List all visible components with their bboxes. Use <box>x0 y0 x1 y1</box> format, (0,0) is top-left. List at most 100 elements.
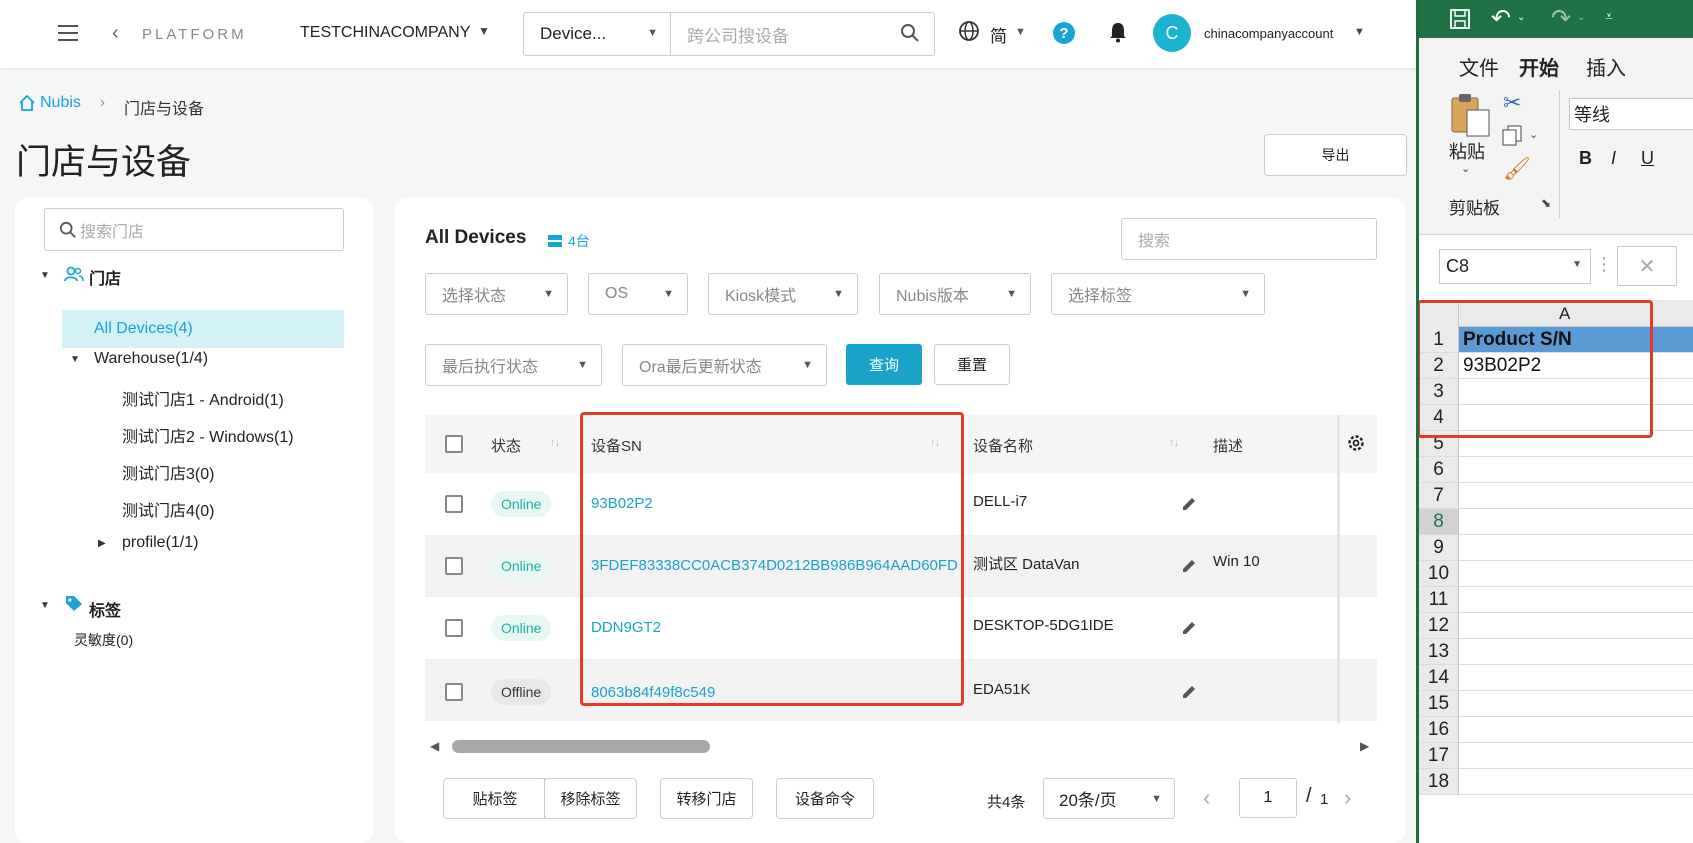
tab-file[interactable]: 文件 <box>1459 52 1499 81</box>
italic-icon[interactable]: I <box>1611 148 1616 169</box>
tag-filter-select[interactable]: 选择标签 ▼ <box>1051 273 1265 315</box>
name-box[interactable]: C8 ▼ <box>1439 249 1591 284</box>
row-number[interactable]: 7 <box>1419 483 1459 509</box>
row-number[interactable]: 11 <box>1419 587 1459 613</box>
row-number[interactable]: 14 <box>1419 665 1459 691</box>
cell-a17[interactable] <box>1459 743 1693 769</box>
cut-icon[interactable]: ✂ <box>1503 90 1521 116</box>
tree-item-store[interactable]: 测试门店3(0) <box>122 460 214 484</box>
collapse-caret-icon[interactable]: ▼ <box>40 270 50 281</box>
tree-item-tag[interactable]: 灵敏度(0) <box>74 630 133 650</box>
remove-tag-button[interactable]: 移除标签 <box>544 778 637 819</box>
cell-a15[interactable] <box>1459 691 1693 717</box>
os-filter-select[interactable]: OS ▼ <box>588 273 688 315</box>
row-number[interactable]: 17 <box>1419 743 1459 769</box>
cell-a7[interactable] <box>1459 483 1693 509</box>
table-row[interactable]: Online 3FDEF83338CC0ACB374D0212BB986B964… <box>425 535 1377 597</box>
collapse-caret-icon[interactable]: ▼ <box>70 354 80 365</box>
copy-icon[interactable] <box>1501 124 1523 146</box>
query-button[interactable]: 查询 <box>846 344 922 385</box>
device-search-input[interactable]: 搜索 <box>1121 218 1377 260</box>
bell-icon[interactable] <box>1108 21 1128 43</box>
cell-a5[interactable] <box>1459 431 1693 457</box>
font-name-input[interactable]: 等线 <box>1569 98 1693 130</box>
cell-a16[interactable] <box>1459 717 1693 743</box>
collapse-caret-icon[interactable]: ▼ <box>40 600 50 611</box>
column-header-name[interactable]: 设备名称 <box>973 435 1033 456</box>
last-exec-status-select[interactable]: 最后执行状态 ▼ <box>425 344 602 386</box>
ora-status-select[interactable]: Ora最后更新状态 ▼ <box>622 344 827 386</box>
customize-toolbar-icon[interactable]: ⩡ <box>1605 8 1613 25</box>
language-selector[interactable]: 简 <box>990 22 1007 47</box>
column-header-sn[interactable]: 设备SN <box>591 435 642 456</box>
menu-icon[interactable] <box>58 25 78 41</box>
cell-a4[interactable] <box>1459 405 1693 431</box>
row-checkbox[interactable] <box>445 619 463 637</box>
caret-down-icon[interactable]: ▼ <box>1354 26 1365 38</box>
cell-a13[interactable] <box>1459 639 1693 665</box>
add-tag-button[interactable]: 贴标签 <box>443 778 547 819</box>
globe-icon[interactable] <box>958 20 980 42</box>
cell-a8[interactable] <box>1459 509 1693 535</box>
row-number[interactable]: 8 <box>1419 509 1459 535</box>
account-name[interactable]: chinacompanyaccount <box>1204 26 1333 41</box>
device-sn-link[interactable]: 8063b84f49f8c549 <box>591 684 715 701</box>
cell-a2[interactable]: 93B02P2 <box>1459 353 1693 379</box>
column-header-a[interactable]: A <box>1559 304 1570 324</box>
expand-caret-icon[interactable]: ▶ <box>98 538 106 549</box>
column-header-status[interactable]: 状态 <box>491 435 521 456</box>
tree-item-store[interactable]: 测试门店4(0) <box>122 497 214 521</box>
pencil-icon[interactable] <box>1180 683 1198 701</box>
search-scope-select[interactable]: Device... ▼ <box>524 13 671 55</box>
search-icon[interactable] <box>900 23 920 43</box>
gear-icon[interactable] <box>1346 433 1366 453</box>
device-sn-link[interactable]: 3FDEF83338CC0ACB374D0212BB986B964AAD60FD <box>591 557 958 574</box>
dialog-launcher-icon[interactable]: ⬊ <box>1541 196 1551 210</box>
prev-page-icon[interactable]: ‹ <box>1203 785 1210 811</box>
reset-button[interactable]: 重置 <box>934 344 1010 385</box>
sort-icon[interactable]: ↑↓ <box>550 437 560 449</box>
cell-a18[interactable] <box>1459 769 1693 795</box>
paste-icon[interactable] <box>1449 92 1491 138</box>
status-filter-select[interactable]: 选择状态 ▼ <box>425 273 568 315</box>
row-number[interactable]: 12 <box>1419 613 1459 639</box>
device-command-button[interactable]: 设备命令 <box>776 778 874 819</box>
device-sn-link[interactable]: DDN9GT2 <box>591 619 661 636</box>
undo-icon[interactable]: ↶ <box>1491 4 1511 33</box>
tree-item-profile[interactable]: profile(1/1) <box>122 534 198 552</box>
row-checkbox[interactable] <box>445 683 463 701</box>
row-number[interactable]: 9 <box>1419 535 1459 561</box>
caret-down-icon[interactable]: ▼ <box>1015 26 1026 38</box>
sort-icon[interactable]: ↑↓ <box>930 437 940 449</box>
format-painter-icon[interactable]: 🖌 <box>1503 156 1531 182</box>
tree-item-warehouse[interactable]: Warehouse(1/4) <box>94 350 208 368</box>
help-icon[interactable]: ? <box>1053 22 1075 44</box>
select-all-corner[interactable] <box>1419 300 1459 327</box>
scroll-right-icon[interactable]: ▶ <box>1360 739 1369 753</box>
breadcrumb-home[interactable]: Nubis <box>18 94 81 112</box>
table-row[interactable]: Online 93B02P2 DELL-i7 <box>425 473 1377 535</box>
caret-down-icon[interactable]: ▼ <box>478 24 490 38</box>
table-row[interactable]: Online DDN9GT2 DESKTOP-5DG1IDE <box>425 597 1377 659</box>
cell-a12[interactable] <box>1459 613 1693 639</box>
sort-icon[interactable]: ↑↓ <box>1169 437 1179 449</box>
cell-a10[interactable] <box>1459 561 1693 587</box>
page-number-input[interactable]: 1 <box>1239 778 1297 818</box>
tree-item-store[interactable]: 测试门店1 - Android(1) <box>122 386 284 410</box>
pencil-icon[interactable] <box>1180 495 1198 513</box>
cell-a11[interactable] <box>1459 587 1693 613</box>
kiosk-filter-select[interactable]: Kiosk模式 ▼ <box>708 273 858 315</box>
scroll-left-icon[interactable]: ◀ <box>430 739 439 753</box>
device-sn-link[interactable]: 93B02P2 <box>591 495 653 512</box>
cell-a14[interactable] <box>1459 665 1693 691</box>
copy-dropdown-icon[interactable]: ⌄ <box>1529 128 1538 141</box>
row-checkbox[interactable] <box>445 495 463 513</box>
company-selector[interactable]: TESTCHINACOMPANY <box>300 24 470 42</box>
row-checkbox[interactable] <box>445 557 463 575</box>
tree-item-all-devices-label[interactable]: All Devices(4) <box>94 320 193 338</box>
back-chevron-icon[interactable]: ‹ <box>112 22 119 45</box>
cell-a1[interactable]: Product S/N <box>1459 327 1693 353</box>
undo-dropdown-icon[interactable]: ⌄ <box>1517 12 1525 23</box>
tab-insert[interactable]: 插入 <box>1586 52 1626 81</box>
cell-a9[interactable] <box>1459 535 1693 561</box>
